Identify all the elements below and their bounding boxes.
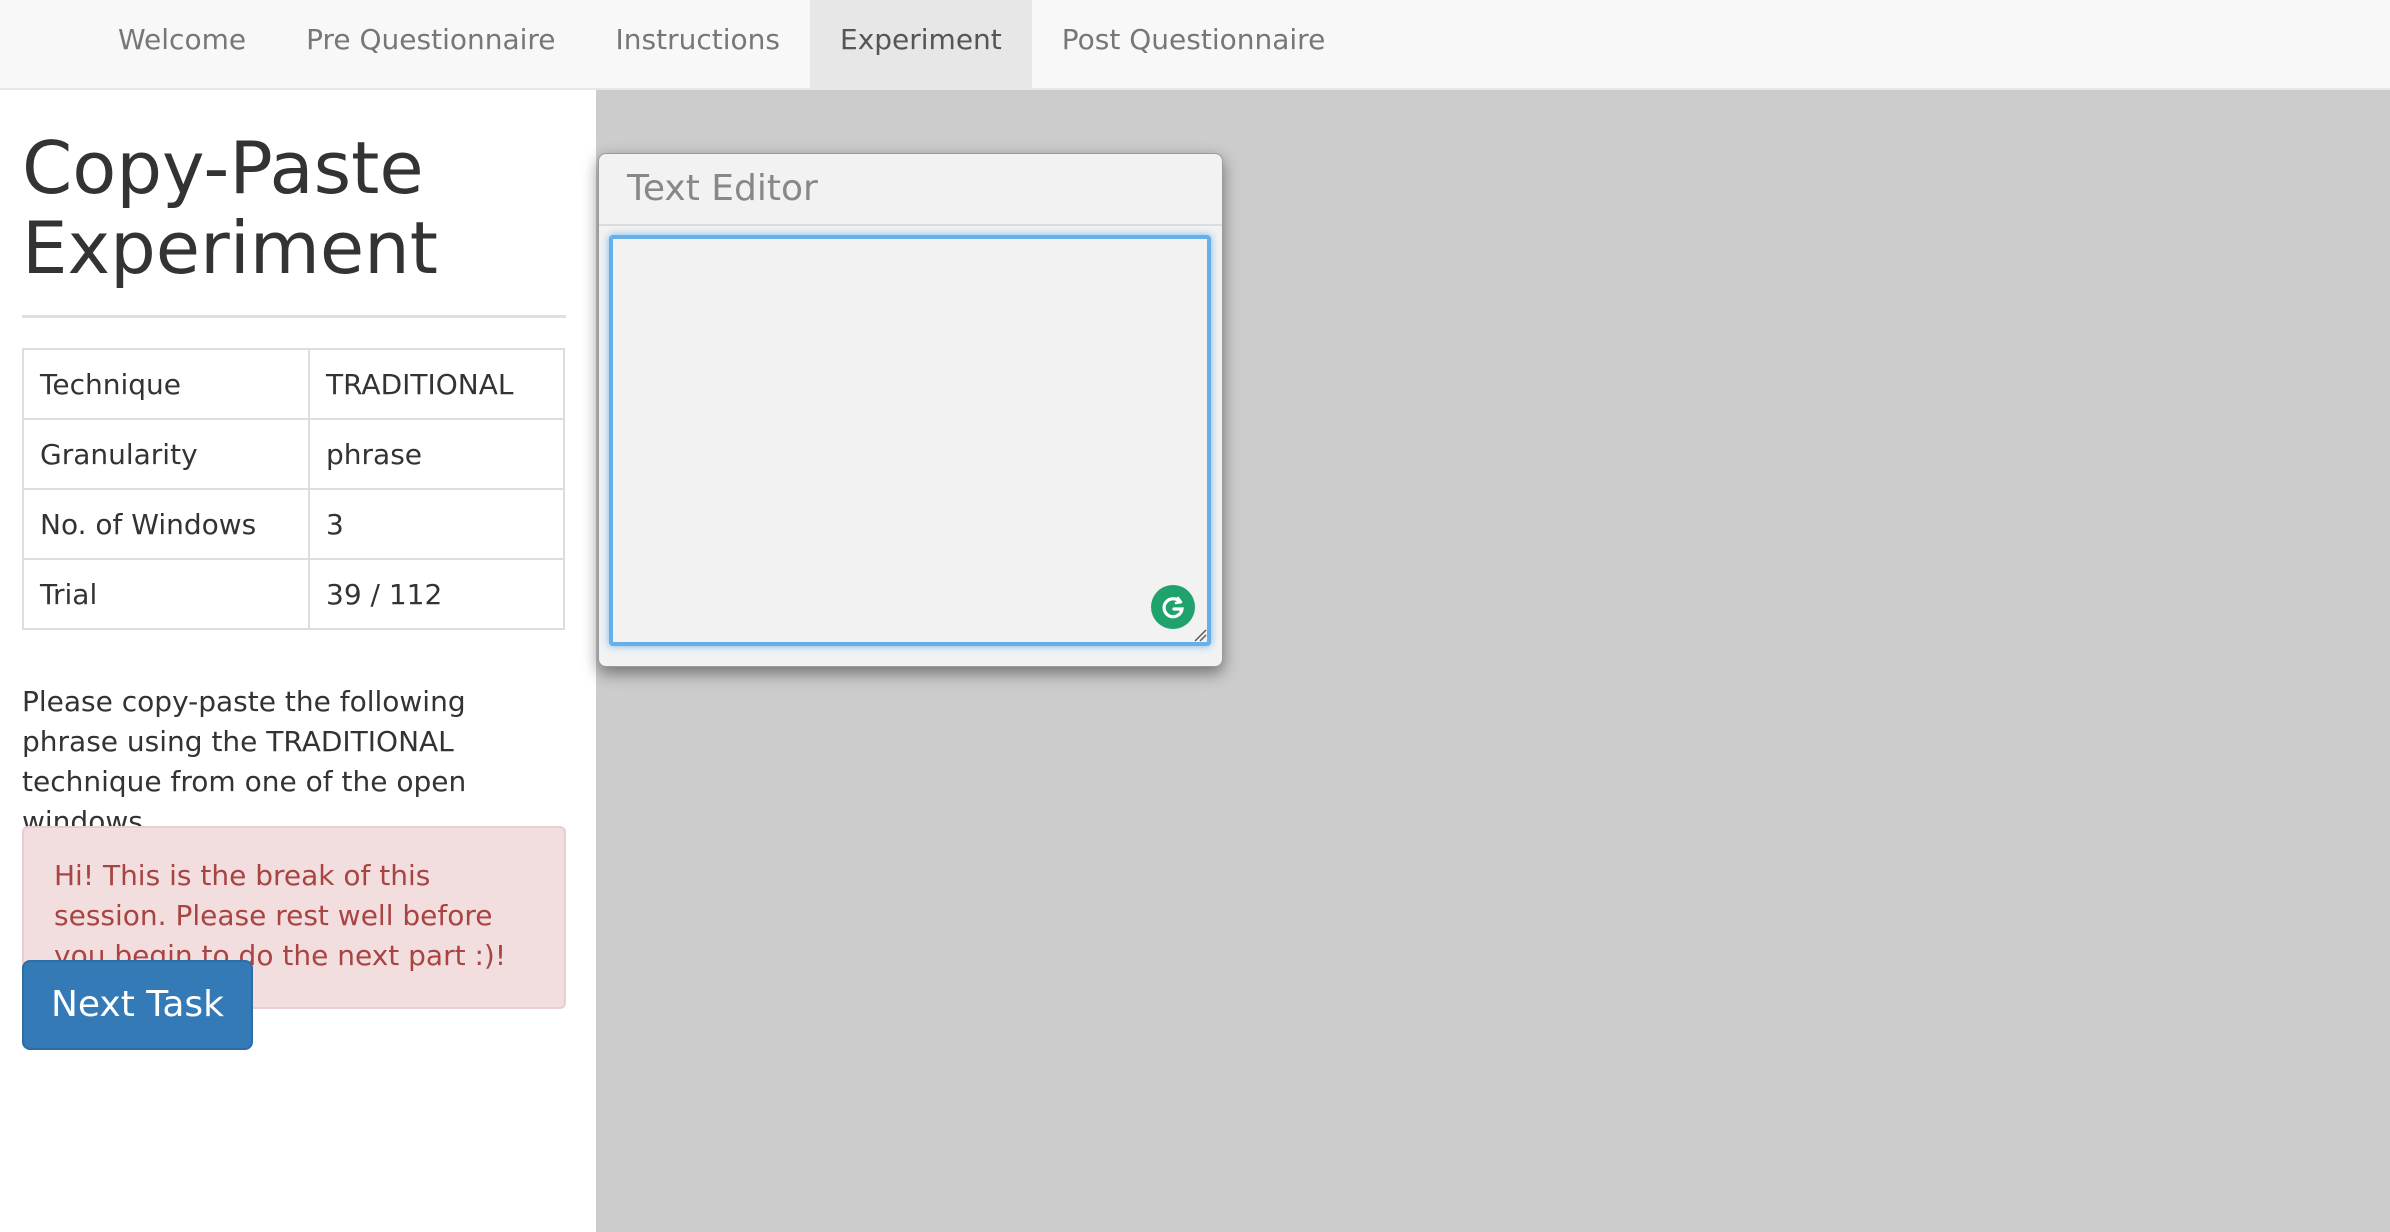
nav-tab-post-questionnaire[interactable]: Post Questionnaire [1032,0,1356,90]
table-value-technique: TRADITIONAL [308,348,565,420]
nav-tabs: Welcome Pre Questionnaire Instructions E… [88,0,1355,90]
nav-tab-pre-questionnaire[interactable]: Pre Questionnaire [276,0,585,90]
text-editor-textarea[interactable] [609,235,1211,646]
page-title-line-1: Copy-Paste [22,126,424,210]
table-row: Trial 39 / 112 [22,558,565,630]
text-editor-window[interactable]: Text Editor [598,153,1223,667]
task-instructions: Please copy-paste the following phrase u… [22,685,467,838]
experiment-info-table: Technique TRADITIONAL Granularity phrase… [22,348,565,630]
table-key-granularity: Granularity [22,418,310,490]
table-value-trial: 39 / 112 [308,558,565,630]
table-row: Technique TRADITIONAL [22,348,565,420]
grammarly-icon[interactable] [1151,585,1195,629]
page-title-line-2: Experiment [22,206,439,290]
title-divider [22,315,566,318]
grammarly-glyph [1162,596,1184,619]
sidebar-panel: Copy-Paste Experiment Technique TRADITIO… [0,90,596,1232]
table-key-trial: Trial [22,558,310,630]
text-editor-title: Text Editor [627,168,818,209]
table-key-technique: Technique [22,348,310,420]
nav-tab-instructions[interactable]: Instructions [586,0,810,90]
nav-tab-welcome[interactable]: Welcome [88,0,276,90]
table-row: Granularity phrase [22,418,565,490]
top-navbar: Welcome Pre Questionnaire Instructions E… [0,0,2390,90]
table-value-granularity: phrase [308,418,565,490]
next-task-button[interactable]: Next Task [22,960,253,1050]
table-row: No. of Windows 3 [22,488,565,560]
nav-tab-experiment[interactable]: Experiment [810,0,1032,90]
resize-handle-icon[interactable] [1193,628,1207,642]
table-key-windows: No. of Windows [22,488,310,560]
table-value-windows: 3 [308,488,565,560]
text-editor-title-bar[interactable]: Text Editor [599,154,1222,226]
page-title: Copy-Paste Experiment [22,128,582,288]
